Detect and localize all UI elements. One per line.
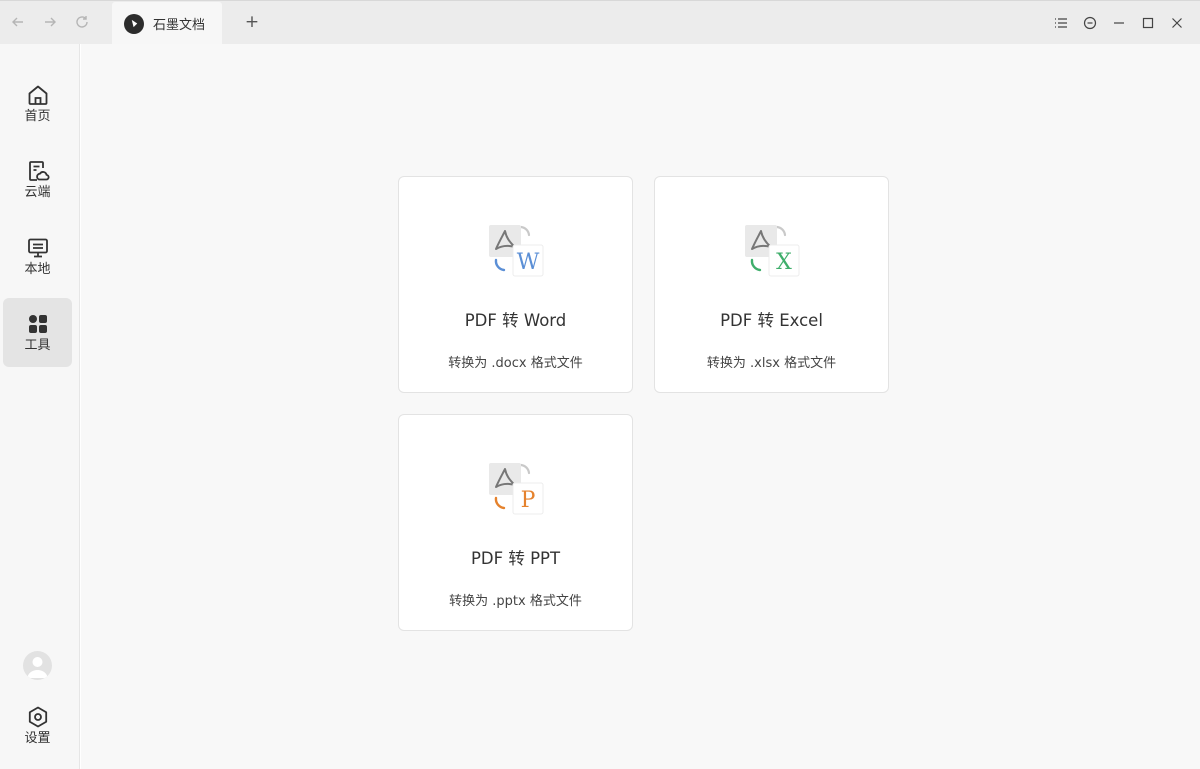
pdf-to-word-icon: W — [489, 225, 544, 277]
shimo-logo-icon — [124, 13, 144, 34]
monitor-icon — [27, 238, 48, 257]
sidebar-item-settings[interactable]: 设置 — [3, 700, 72, 752]
tab-shimo[interactable]: 石墨文档 — [112, 2, 222, 45]
forward-arrow-icon — [45, 17, 56, 27]
tab-title: 石墨文档 — [153, 18, 206, 33]
close-icon — [1172, 18, 1182, 28]
list-icon — [1055, 18, 1067, 28]
svg-text:P: P — [521, 488, 536, 513]
sidebar-item-label: 本地 — [24, 261, 51, 277]
tool-card-pdf-to-excel[interactable]: X PDF 转 Excel 转换为 .xlsx 格式文件 — [654, 176, 889, 393]
menu-list-button[interactable] — [1048, 10, 1074, 36]
title-bar: 石墨文档 + — [0, 0, 1200, 45]
close-button[interactable] — [1164, 10, 1190, 36]
tool-card-subtitle: 转换为 .pptx 格式文件 — [449, 594, 582, 609]
sidebar-item-label: 首页 — [24, 108, 51, 124]
back-button[interactable] — [5, 9, 31, 35]
svg-text:X: X — [776, 250, 792, 275]
minimize-icon — [1114, 22, 1124, 24]
sidebar-item-cloud[interactable]: 云端 — [3, 145, 72, 214]
pdf-to-ppt-icon: P — [489, 463, 544, 515]
tools-grid-icon — [28, 314, 47, 333]
sidebar-item-label: 工具 — [24, 337, 51, 353]
sidebar-item-home[interactable]: 首页 — [3, 69, 72, 138]
sidebar-item-label: 设置 — [24, 731, 51, 746]
tool-card-title: PDF 转 PPT — [470, 549, 561, 568]
maximize-icon — [1142, 17, 1154, 29]
compact-mode-button[interactable] — [1077, 10, 1103, 36]
home-icon — [28, 85, 47, 105]
forward-button[interactable] — [37, 9, 63, 35]
minus-circle-icon — [1083, 16, 1097, 30]
tool-card-title: PDF 转 Word — [464, 311, 567, 330]
tool-card-subtitle: 转换为 .xlsx 格式文件 — [706, 356, 837, 371]
pdf-to-excel-icon: X — [745, 225, 800, 277]
avatar[interactable] — [23, 651, 52, 680]
refresh-icon — [76, 16, 88, 28]
back-arrow-icon — [12, 17, 23, 27]
tool-card-title: PDF 转 Excel — [720, 311, 823, 330]
user-icon — [27, 657, 48, 678]
tool-card-pdf-to-ppt[interactable]: P PDF 转 PPT 转换为 .pptx 格式文件 — [398, 414, 633, 631]
sidebar-item-label: 云端 — [24, 184, 51, 200]
sidebar-item-tools[interactable]: 工具 — [3, 298, 72, 367]
tool-card-pdf-to-word[interactable]: W PDF 转 Word 转换为 .docx 格式文件 — [398, 176, 633, 393]
new-tab-button[interactable]: + — [240, 10, 264, 34]
minimize-button[interactable] — [1106, 10, 1132, 36]
sidebar: 首页 云端 本地 工具 设置 — [0, 44, 80, 769]
tool-card-subtitle: 转换为 .docx 格式文件 — [448, 356, 583, 371]
sidebar-item-local[interactable]: 本地 — [3, 222, 72, 291]
maximize-button[interactable] — [1135, 10, 1161, 36]
svg-text:W: W — [517, 250, 540, 275]
main-content: W PDF 转 Word 转换为 .docx 格式文件 X PDF 转 Exce… — [81, 44, 1200, 769]
refresh-button[interactable] — [69, 9, 95, 35]
cloud-doc-icon — [28, 160, 50, 181]
gear-icon — [28, 706, 47, 728]
